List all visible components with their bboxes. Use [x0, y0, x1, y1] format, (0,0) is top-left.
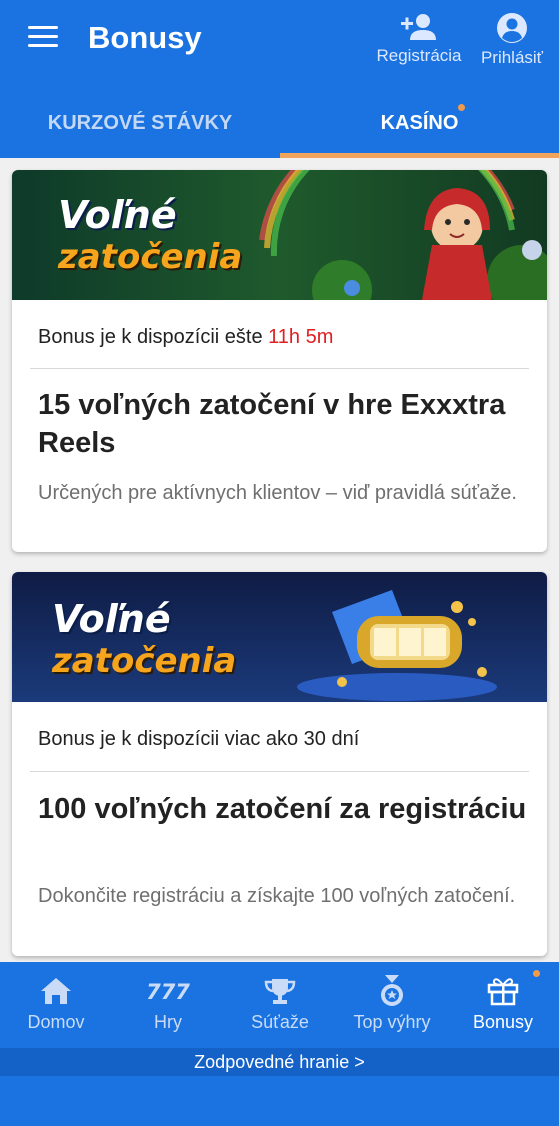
login-button[interactable]: Prihlásiť	[474, 12, 550, 76]
availability-prefix: Bonus je k dispozícii ešte	[38, 326, 269, 348]
banner-text: Voľné zatočenia	[58, 194, 242, 278]
divider	[30, 771, 529, 772]
availability-text: Bonus je k dispozícii ešte 11h 5m	[38, 326, 333, 349]
medal-icon	[381, 975, 403, 1006]
top-app-bar: Bonusy Registrácia Prihlásiť	[0, 0, 559, 88]
active-tab-indicator	[280, 153, 559, 158]
tab-sports-betting[interactable]: KURZOVÉ STÁVKY	[0, 88, 280, 158]
hamburger-menu-icon[interactable]	[28, 26, 60, 54]
bonus-title: 15 voľných zatočení v hre Exxxtra Reels	[38, 389, 506, 459]
nav-top-wins[interactable]: Top výhry	[336, 962, 448, 1048]
slots-777-icon: 777	[146, 980, 190, 1004]
nav-bonuses[interactable]: Bonusy	[447, 962, 559, 1048]
bonus-description: Dokončite registráciu a získajte 100 voľ…	[38, 885, 516, 907]
bonus-banner-image: Voľné zatočenia	[12, 572, 547, 702]
divider	[30, 368, 529, 369]
banner-line-1: Voľné	[58, 193, 177, 237]
tab-casino[interactable]: KASÍNO	[280, 88, 559, 158]
gift-icon	[487, 978, 519, 1006]
nav-competitions[interactable]: Súťaže	[224, 962, 336, 1048]
nav-label: Domov	[27, 1012, 85, 1032]
tab-label: KURZOVÉ STÁVKY	[47, 111, 233, 134]
nav-home[interactable]: Domov	[0, 962, 112, 1048]
svg-text:777: 777	[146, 980, 190, 1004]
register-button[interactable]: Registrácia	[370, 12, 468, 76]
bonus-title: 100 voľných zatočení za registráciu	[38, 793, 527, 825]
availability-countdown: 11h 5m	[268, 326, 334, 348]
bonus-banner-image: Voľné zatočenia	[12, 170, 547, 300]
bonus-description: Určených pre aktívnych klientov – viď pr…	[38, 482, 517, 504]
bonus-card[interactable]: Voľné zatočenia Bonus je k dispozícii eš…	[12, 170, 547, 552]
trophy-icon	[264, 979, 296, 1004]
availability-text: Bonus je k dispozícii viac ako 30 dní	[38, 728, 359, 751]
tab-label: KASÍNO	[380, 111, 459, 134]
banner-text: Voľné zatočenia	[52, 598, 236, 682]
nav-label: Súťaže	[251, 1012, 309, 1032]
page-title: Bonusy	[88, 20, 202, 55]
nav-games[interactable]: 777 Hry	[112, 962, 224, 1048]
nav-label: Top výhry	[353, 1012, 431, 1032]
bottom-navigation: Domov 777 Hry Súťaže Top výhry Bonusy	[0, 962, 559, 1048]
banner-line-2: zatočenia	[58, 237, 243, 277]
section-tabs: KURZOVÉ STÁVKY KASÍNO	[0, 88, 559, 158]
add-user-icon	[401, 14, 436, 40]
bottom-bar-fill	[0, 1076, 559, 1126]
home-icon	[41, 978, 71, 1004]
notification-dot	[458, 104, 465, 111]
banner-line-2: zatočenia	[52, 641, 237, 681]
availability-prefix: Bonus je k dispozícii viac ako 30 dní	[38, 728, 360, 750]
login-label: Prihlásiť	[480, 48, 544, 67]
responsible-gaming-link[interactable]: Zodpovedné hranie >	[0, 1048, 559, 1076]
nav-label: Hry	[154, 1012, 182, 1032]
notification-dot	[533, 970, 540, 977]
bonus-card[interactable]: Voľné zatočenia Bonus je k dispozícii vi…	[12, 572, 547, 956]
register-label: Registrácia	[376, 46, 462, 65]
account-circle-icon	[497, 13, 527, 43]
banner-line-1: Voľné	[52, 597, 171, 641]
nav-label: Bonusy	[472, 1012, 534, 1032]
